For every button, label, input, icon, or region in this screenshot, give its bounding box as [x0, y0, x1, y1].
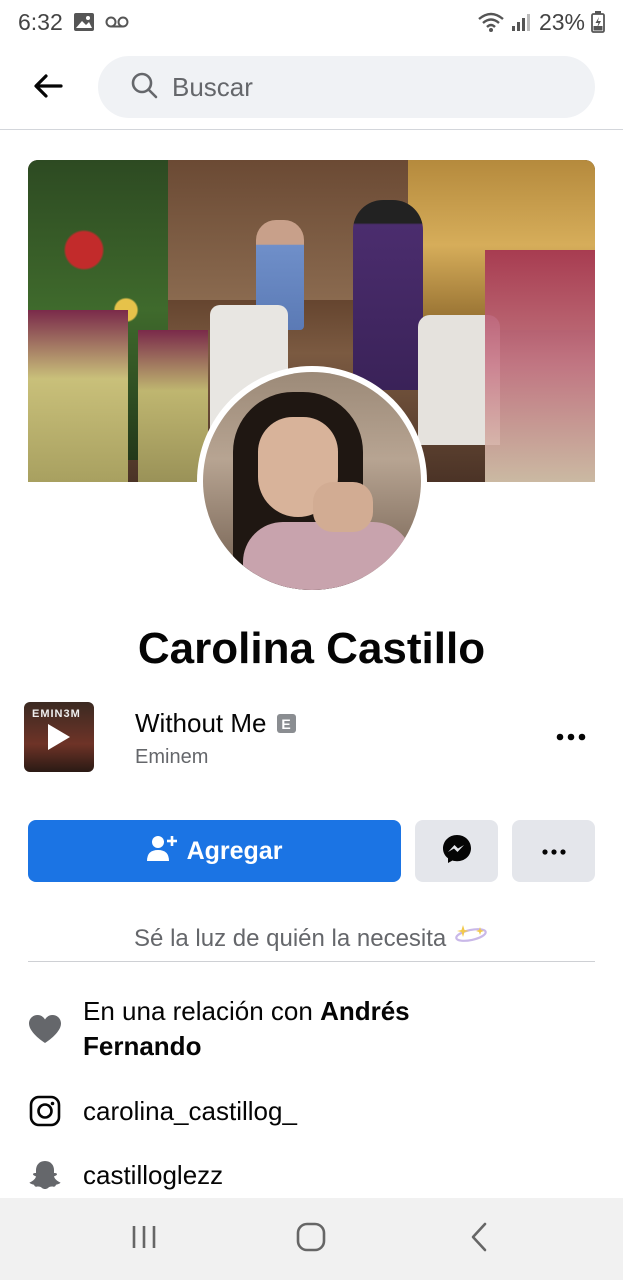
more-options-button[interactable] — [512, 820, 595, 882]
album-art[interactable]: EMIN3M — [24, 702, 94, 772]
relationship-text: En una relación con Andrés Fernando — [83, 994, 503, 1064]
detail-snapchat[interactable]: castilloglezz — [28, 1156, 595, 1196]
instagram-handle[interactable]: carolina_castillog_ — [83, 1094, 297, 1129]
explicit-badge: E — [276, 714, 296, 733]
snapchat-handle[interactable]: castilloglezz — [83, 1158, 223, 1193]
system-back-button[interactable] — [449, 1209, 509, 1269]
status-right: 23% — [477, 9, 605, 36]
add-friend-label: Agregar — [186, 836, 283, 865]
person-plus-icon — [146, 834, 177, 869]
instagram-icon — [28, 1094, 62, 1128]
system-nav-bar — [0, 1198, 623, 1280]
play-icon — [48, 724, 70, 750]
song-title-row[interactable]: Without Me E — [135, 708, 296, 739]
search-bar[interactable] — [98, 56, 595, 118]
battery-percent: 23% — [538, 8, 585, 35]
song-artist: Eminem — [135, 746, 209, 768]
relationship-prefix: En una relación con — [83, 996, 313, 1026]
wifi-icon — [477, 11, 505, 33]
bio: Sé la luz de quién la necesita — [0, 922, 623, 953]
signal-icon — [511, 12, 533, 32]
snapchat-icon — [28, 1158, 62, 1192]
status-left: 6:32 — [18, 9, 129, 36]
status-time: 6:32 — [18, 8, 63, 35]
arrow-left-icon — [33, 73, 63, 103]
gallery-notification-icon — [73, 12, 95, 32]
sparkle-emoji-icon — [453, 925, 489, 952]
more-horizontal-icon — [556, 728, 586, 746]
music-more-button[interactable] — [551, 722, 591, 752]
battery-icon — [591, 11, 605, 33]
add-friend-button[interactable]: Agregar — [28, 820, 401, 882]
recent-apps-icon — [130, 1224, 158, 1255]
message-button[interactable] — [415, 820, 498, 882]
profile-name: Carolina Castillo — [137, 624, 486, 673]
messenger-icon — [441, 833, 473, 870]
search-input[interactable] — [172, 71, 552, 103]
divider — [28, 961, 595, 962]
top-bar — [0, 44, 623, 130]
status-bar: 6:32 23% — [0, 0, 623, 44]
detail-relationship: En una relación con Andrés Fernando — [28, 994, 595, 1066]
search-icon — [130, 71, 158, 104]
song-title: Without Me — [135, 708, 267, 738]
avatar — [203, 372, 421, 590]
home-icon — [296, 1222, 326, 1257]
profile-music: EMIN3M Without Me E Eminem — [24, 702, 599, 774]
heart-icon — [28, 1012, 62, 1046]
bio-text: Sé la luz de quién la necesita — [134, 925, 447, 952]
chevron-left-icon — [470, 1222, 488, 1257]
album-label: EMIN3M — [32, 708, 81, 720]
recent-apps-button[interactable] — [114, 1209, 174, 1269]
detail-instagram[interactable]: carolina_castillog_ — [28, 1092, 595, 1132]
profile-picture[interactable] — [197, 366, 427, 596]
home-button[interactable] — [281, 1209, 341, 1269]
voicemail-icon — [105, 15, 129, 29]
back-button[interactable] — [28, 68, 68, 108]
more-horizontal-icon — [541, 842, 566, 860]
